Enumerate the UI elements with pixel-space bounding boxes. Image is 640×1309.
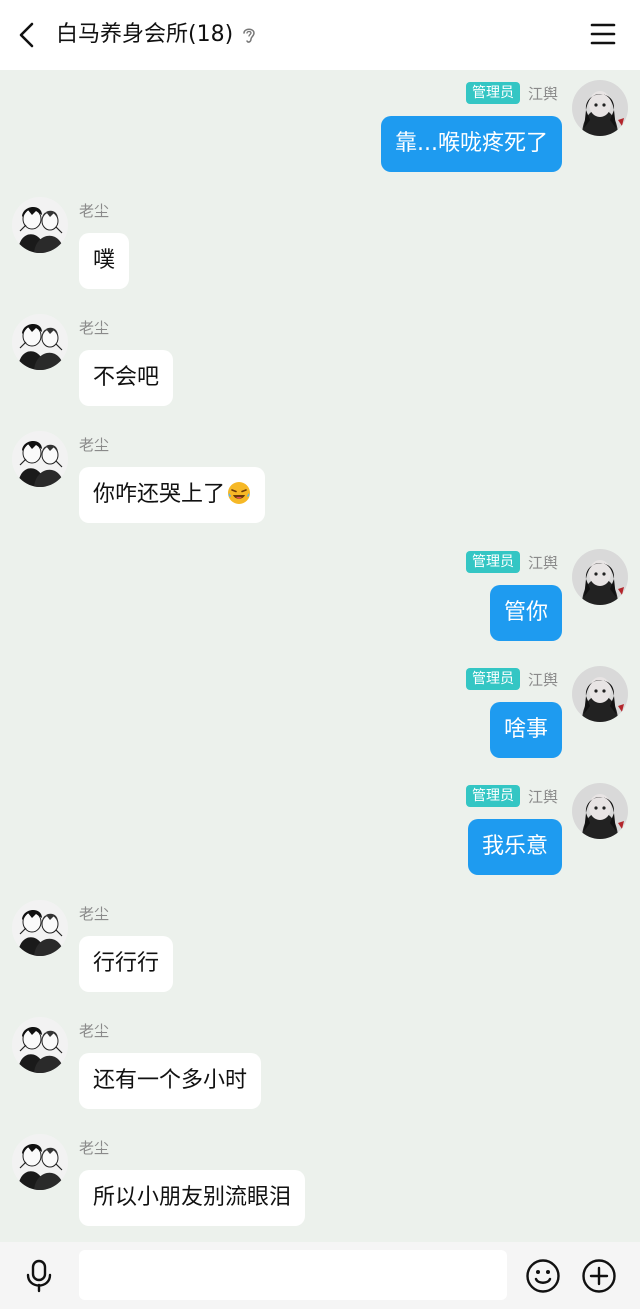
avatar-self[interactable] [572, 783, 628, 839]
sender-name: 老尘 [79, 201, 110, 220]
message-text: 你咋还哭上了 [93, 482, 226, 507]
message-bubble[interactable]: 靠...喉咙疼死了 [381, 116, 562, 172]
admin-badge: 管理员 [465, 551, 520, 573]
sender-name: 江舆 [527, 84, 558, 103]
microphone-icon[interactable] [24, 1259, 54, 1293]
message-text: 靠...喉咙疼死了 [395, 131, 548, 156]
avatar-other[interactable] [12, 900, 68, 956]
sender-name: 老尘 [79, 1021, 110, 1040]
avatar-self[interactable] [572, 549, 628, 605]
message-row: 老尘还有一个多小时 [0, 1017, 640, 1109]
message-bubble[interactable]: 行行行 [79, 936, 174, 992]
message-bubble[interactable]: 还有一个多小时 [79, 1053, 262, 1109]
message-bubble[interactable]: 管你 [489, 585, 562, 641]
admin-badge: 管理员 [465, 82, 520, 104]
message-meta: 老尘 [79, 431, 109, 457]
message-meta: 老尘 [79, 900, 109, 926]
message-text: 我乐意 [481, 834, 548, 859]
message-row: 老尘噗 [0, 197, 640, 289]
avatar-other[interactable] [12, 431, 68, 487]
message-text: 不会吧 [93, 365, 160, 390]
sender-name: 江舆 [527, 553, 558, 572]
message-meta: 老尘 [79, 314, 109, 340]
sender-name: 老尘 [79, 435, 110, 454]
sender-name: 老尘 [79, 318, 110, 337]
message-meta: 老尘 [79, 1017, 109, 1043]
laughing-tears-emoji-icon [228, 482, 251, 504]
message-meta: 管理员 江舆 [465, 80, 558, 106]
admin-badge: 管理员 [465, 785, 520, 807]
message-row: 管理员 江舆啥事 [0, 666, 640, 758]
message-row: 老尘所以小朋友别流眼泪 [0, 1134, 640, 1226]
message-bubble[interactable]: 我乐意 [467, 819, 562, 875]
sender-name: 江舆 [527, 787, 558, 806]
message-text: 啥事 [503, 717, 548, 742]
emoji-icon[interactable] [525, 1258, 561, 1294]
message-row: 管理员 江舆靠...喉咙疼死了 [0, 80, 640, 172]
message-row: 老尘你咋还哭上了 [0, 431, 640, 523]
message-text: 行行行 [93, 951, 160, 976]
message-row: 老尘行行行 [0, 900, 640, 992]
add-icon[interactable] [581, 1258, 617, 1294]
avatar-other[interactable] [12, 1134, 68, 1190]
message-meta: 管理员 江舆 [465, 666, 558, 692]
message-meta: 老尘 [79, 1134, 109, 1160]
group-name: 白马养身会所(18) [56, 22, 234, 47]
message-text: 管你 [503, 600, 548, 625]
avatar-self[interactable] [572, 666, 628, 722]
message-text: 所以小朋友别流眼泪 [93, 1185, 292, 1210]
message-meta: 老尘 [79, 197, 109, 223]
chat-header: 白马养身会所(18) [0, 0, 640, 70]
message-meta: 管理员 江舆 [465, 783, 558, 809]
chat-title[interactable]: 白马养身会所(18) [56, 20, 257, 50]
avatar-other[interactable] [12, 1017, 68, 1073]
admin-badge: 管理员 [465, 668, 520, 690]
message-bubble[interactable]: 噗 [79, 233, 130, 289]
message-input[interactable] [79, 1250, 507, 1300]
sender-name: 老尘 [79, 904, 110, 923]
message-bubble[interactable]: 不会吧 [79, 350, 174, 406]
message-text: 还有一个多小时 [93, 1068, 248, 1093]
sender-name: 江舆 [527, 670, 558, 689]
ear-icon [243, 28, 255, 43]
message-row: 管理员 江舆我乐意 [0, 783, 640, 875]
message-row: 管理员 江舆管你 [0, 549, 640, 641]
input-bar [0, 1242, 640, 1309]
message-text: 噗 [93, 248, 116, 273]
avatar-other[interactable] [12, 197, 68, 253]
message-bubble[interactable]: 所以小朋友别流眼泪 [79, 1170, 306, 1226]
sender-name: 老尘 [79, 1138, 110, 1157]
message-row: 老尘不会吧 [0, 314, 640, 406]
message-meta: 管理员 江舆 [465, 549, 558, 575]
menu-icon[interactable] [590, 22, 616, 46]
message-bubble[interactable]: 啥事 [489, 702, 562, 758]
back-arrow-icon[interactable] [14, 20, 42, 50]
avatar-self[interactable] [572, 80, 628, 136]
message-bubble[interactable]: 你咋还哭上了 [79, 467, 266, 523]
avatar-other[interactable] [12, 314, 68, 370]
